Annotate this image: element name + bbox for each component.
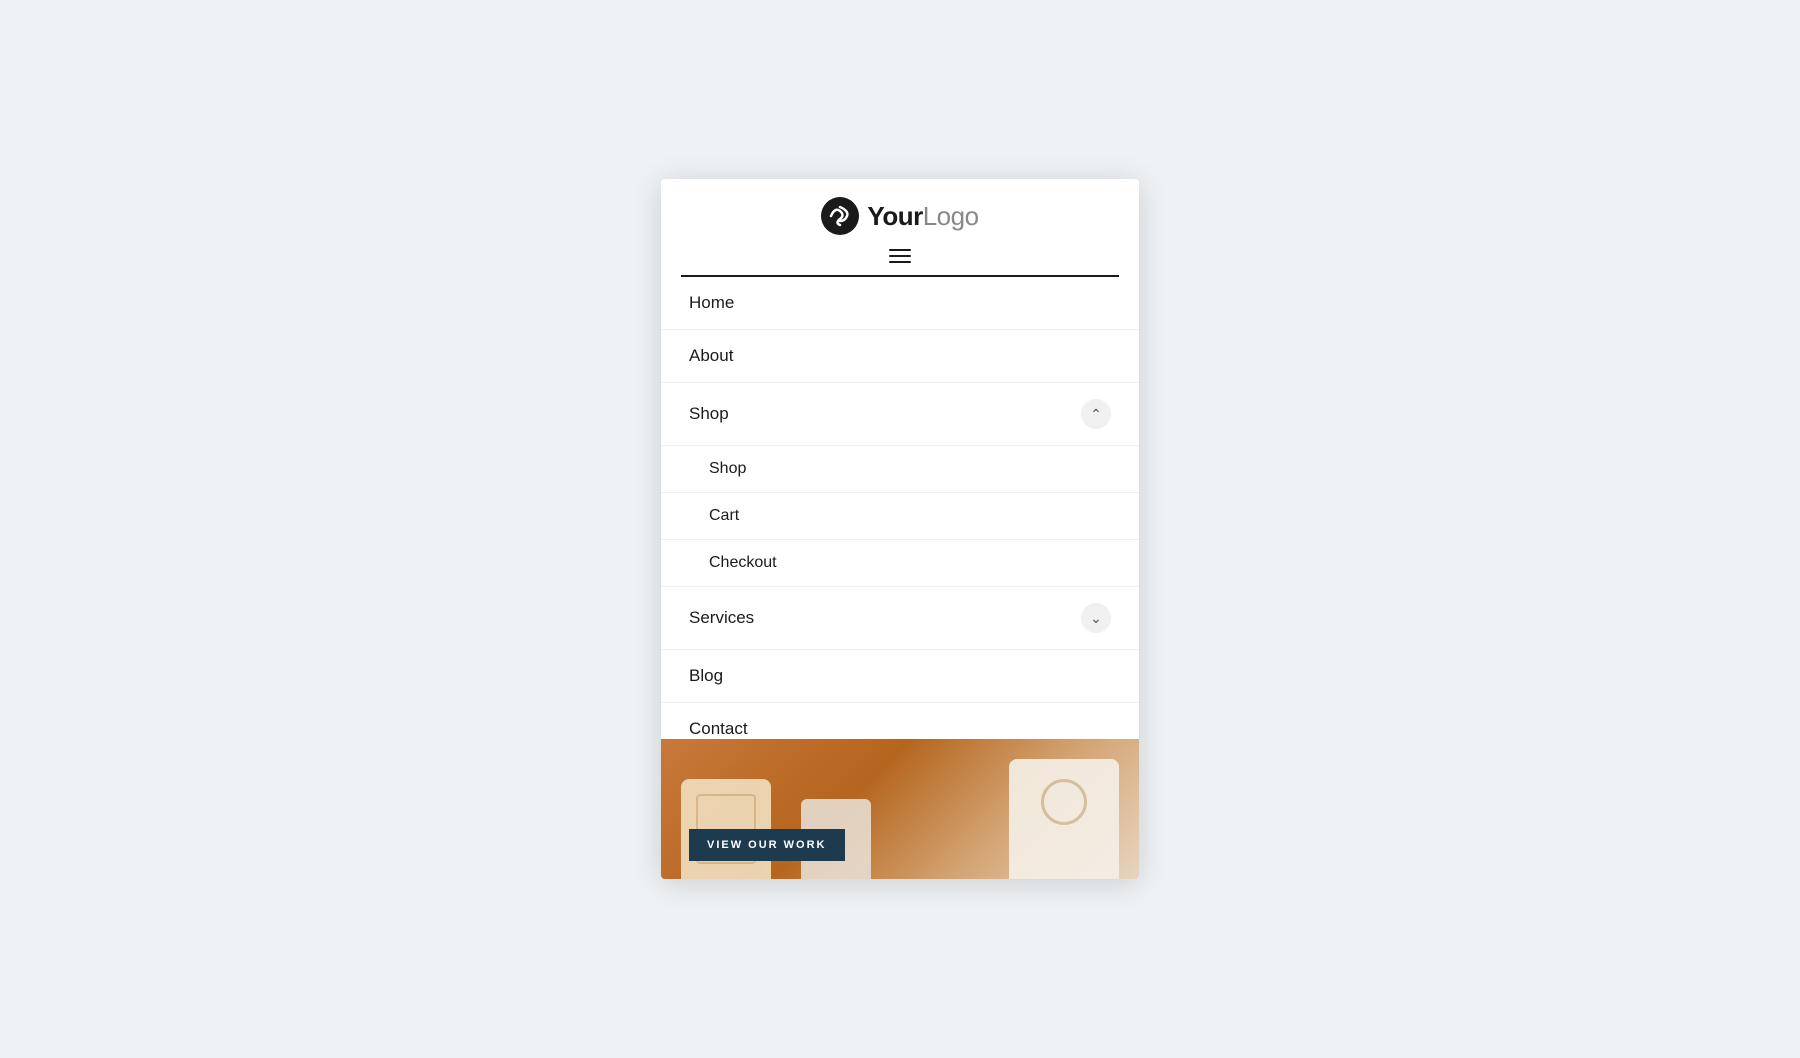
nav-subitem-shop[interactable]: Shop <box>661 446 1139 493</box>
nav-label-shop: Shop <box>689 404 729 424</box>
nav-label-services: Services <box>689 608 754 628</box>
nav-item-blog[interactable]: Blog <box>661 650 1139 703</box>
nav-item-shop[interactable]: Shop ⌃ <box>661 383 1139 446</box>
nav-label-blog: Blog <box>689 666 723 686</box>
nav-label-about: About <box>689 346 733 366</box>
header: YourLogo <box>661 179 1139 277</box>
logo-area: YourLogo <box>821 197 978 235</box>
hamburger-row <box>681 249 1119 277</box>
nav-item-about[interactable]: About <box>661 330 1139 383</box>
nav-sublabel-cart: Cart <box>709 507 739 525</box>
logo-text-light: Logo <box>923 201 979 231</box>
nav-sublabel-shop: Shop <box>709 460 746 478</box>
nav-subitem-cart[interactable]: Cart <box>661 493 1139 540</box>
hero-image-area: VIEW OUR WORK <box>661 739 1139 879</box>
nav-item-home[interactable]: Home <box>661 277 1139 330</box>
nav-subitem-checkout[interactable]: Checkout <box>661 540 1139 587</box>
logo-text: YourLogo <box>867 201 978 232</box>
hamburger-button[interactable] <box>889 249 911 263</box>
cushion-right <box>1009 759 1119 879</box>
cta-button[interactable]: VIEW OUR WORK <box>689 829 845 861</box>
shop-toggle-button[interactable]: ⌃ <box>1081 399 1111 429</box>
nav-label-home: Home <box>689 293 734 313</box>
nav-item-services[interactable]: Services ⌄ <box>661 587 1139 650</box>
nav-sublabel-checkout: Checkout <box>709 554 777 572</box>
nav-item-contact[interactable]: Contact <box>661 703 1139 739</box>
logo-text-bold: Your <box>867 201 922 231</box>
nav-menu: Home About Shop ⌃ Shop Cart Checkout Ser… <box>661 277 1139 739</box>
logo-icon <box>821 197 859 235</box>
nav-label-contact: Contact <box>689 719 748 739</box>
services-toggle-button[interactable]: ⌄ <box>1081 603 1111 633</box>
phone-mockup: YourLogo Home About Shop ⌃ Shop <box>661 179 1139 879</box>
